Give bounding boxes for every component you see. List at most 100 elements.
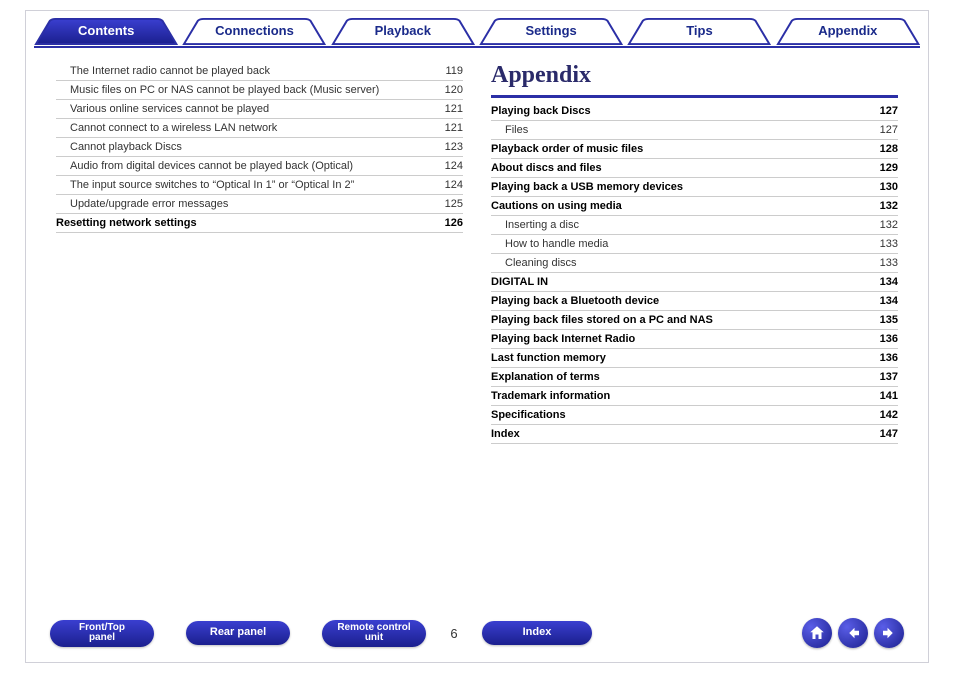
toc-label: Various online services cannot be played	[70, 103, 269, 115]
index-button-label: Index	[523, 626, 552, 638]
toc-label: Trademark information	[491, 390, 610, 402]
toc-label: About discs and files	[491, 162, 602, 174]
toc-row[interactable]: Specifications142	[491, 406, 898, 425]
tab-label: Tips	[686, 23, 713, 38]
tab-contents[interactable]: Contents	[32, 17, 180, 46]
toc-label: Cannot playback Discs	[70, 141, 182, 153]
footer-buttons: Front/Toppanel Rear panel Remote controlun…	[50, 620, 426, 647]
footer-pill-rear-panel[interactable]: Rear panel	[186, 621, 290, 645]
toc-label: Files	[505, 124, 528, 136]
toc-row[interactable]: Cannot connect to a wireless LAN network…	[56, 119, 463, 138]
footer-pill-label: Rear panel	[200, 627, 276, 639]
tab-connections[interactable]: Connections	[180, 17, 328, 46]
toc-row[interactable]: Playing back Discs127	[491, 102, 898, 121]
toc-label: Cannot connect to a wireless LAN network	[70, 122, 277, 134]
toc-label: Playback order of music files	[491, 143, 643, 155]
tab-label: Appendix	[818, 23, 877, 38]
right-toc-list: Playing back Discs127 Files 127 Playback or…	[491, 102, 898, 444]
content-area: The Internet radio cannot be played back…	[26, 48, 928, 444]
toc-row[interactable]: Index 147	[491, 425, 898, 444]
tab-tips[interactable]: Tips	[625, 17, 773, 46]
toc-row[interactable]: Playing back a Bluetooth device 134	[491, 292, 898, 311]
toc-page: 121	[437, 103, 463, 115]
toc-row[interactable]: The input source switches to “Optical In…	[56, 176, 463, 195]
tab-appendix[interactable]: Appendix	[774, 17, 922, 46]
toc-row[interactable]: Music files on PC or NAS cannot be playe…	[56, 81, 463, 100]
tab-label: Playback	[375, 23, 431, 38]
right-column: Appendix Playing back Discs127Files127Pl…	[491, 62, 898, 444]
toc-label: Explanation of terms	[491, 371, 600, 383]
tab-label: Connections	[215, 23, 294, 38]
toc-row[interactable]: Playback order of music files128	[491, 140, 898, 159]
toc-label: Playing back Internet Radio	[491, 333, 635, 345]
toc-page: 130	[872, 181, 898, 193]
toc-page: 120	[437, 84, 463, 96]
next-button[interactable]	[874, 618, 904, 648]
prev-button[interactable]	[838, 618, 868, 648]
toc-page: 132	[872, 219, 898, 231]
toc-row[interactable]: Explanation of terms 137	[491, 368, 898, 387]
toc-row[interactable]: Audio from digital devices cannot be pla…	[56, 157, 463, 176]
toc-label: The Internet radio cannot be played back	[70, 65, 270, 77]
toc-label: The input source switches to “Optical In…	[70, 179, 354, 191]
toc-page: 127	[872, 124, 898, 136]
toc-row[interactable]: Cannot playback Discs 123	[56, 138, 463, 157]
toc-row[interactable]: Inserting a disc 132	[491, 216, 898, 235]
tab-settings[interactable]: Settings	[477, 17, 625, 46]
home-icon	[808, 624, 826, 642]
footer-pill-label: panel	[60, 633, 144, 644]
footer-pill-remote-control-unit[interactable]: Remote controlunit	[322, 620, 426, 647]
toc-page: 137	[872, 371, 898, 383]
toc-page: 132	[872, 200, 898, 212]
toc-page: 147	[872, 428, 898, 440]
toc-row[interactable]: Cleaning discs 133	[491, 254, 898, 273]
toc-page: 126	[437, 217, 463, 229]
home-button[interactable]	[802, 618, 832, 648]
arrow-left-icon	[844, 624, 862, 642]
toc-row[interactable]: Last function memory136	[491, 349, 898, 368]
toc-label: Playing back a Bluetooth device	[491, 295, 659, 307]
section-rule	[491, 95, 898, 98]
tab-label: Contents	[78, 23, 134, 38]
toc-row[interactable]: How to handle media133	[491, 235, 898, 254]
page-number: 6	[442, 626, 466, 641]
footer-pill-label: unit	[332, 633, 416, 644]
toc-page: 134	[872, 276, 898, 288]
toc-row[interactable]: Resetting network settings126	[56, 214, 463, 233]
toc-row[interactable]: Update/upgrade error messages125	[56, 195, 463, 214]
footer-bar: Front/Toppanel Rear panel Remote controlun…	[26, 618, 928, 648]
toc-label: Audio from digital devices cannot be pla…	[70, 160, 353, 172]
toc-row[interactable]: Playing back a USB memory devices130	[491, 178, 898, 197]
toc-page: 135	[872, 314, 898, 326]
toc-page: 133	[872, 238, 898, 250]
left-column: The Internet radio cannot be played back…	[56, 62, 463, 444]
toc-label: Playing back files stored on a PC and NA…	[491, 314, 713, 326]
toc-row[interactable]: Playing back Internet Radio136	[491, 330, 898, 349]
toc-page: 121	[437, 122, 463, 134]
toc-row[interactable]: Files 127	[491, 121, 898, 140]
toc-label: Inserting a disc	[505, 219, 579, 231]
toc-label: Index	[491, 428, 520, 440]
toc-row[interactable]: Cautions on using media 132	[491, 197, 898, 216]
toc-label: Cleaning discs	[505, 257, 577, 269]
toc-page: 119	[437, 65, 463, 77]
tab-playback[interactable]: Playback	[329, 17, 477, 46]
toc-row[interactable]: Playing back files stored on a PC and NA…	[491, 311, 898, 330]
toc-page: 124	[437, 179, 463, 191]
toc-label: Cautions on using media	[491, 200, 622, 212]
document-page: Contents Connections Playback Settings Tips A…	[25, 10, 929, 663]
toc-row[interactable]: DIGITAL IN134	[491, 273, 898, 292]
toc-page: 133	[872, 257, 898, 269]
toc-page: 124	[437, 160, 463, 172]
footer-pill-front-top-panel[interactable]: Front/Toppanel	[50, 620, 154, 647]
footer-nav	[802, 618, 904, 648]
index-button[interactable]: Index	[482, 621, 592, 645]
toc-row[interactable]: The Internet radio cannot be played back…	[56, 62, 463, 81]
toc-page: 123	[437, 141, 463, 153]
arrow-right-icon	[880, 624, 898, 642]
toc-page: 141	[872, 390, 898, 402]
toc-row[interactable]: Trademark information 141	[491, 387, 898, 406]
toc-row[interactable]: About discs and files129	[491, 159, 898, 178]
toc-page: 134	[872, 295, 898, 307]
toc-row[interactable]: Various online services cannot be played…	[56, 100, 463, 119]
